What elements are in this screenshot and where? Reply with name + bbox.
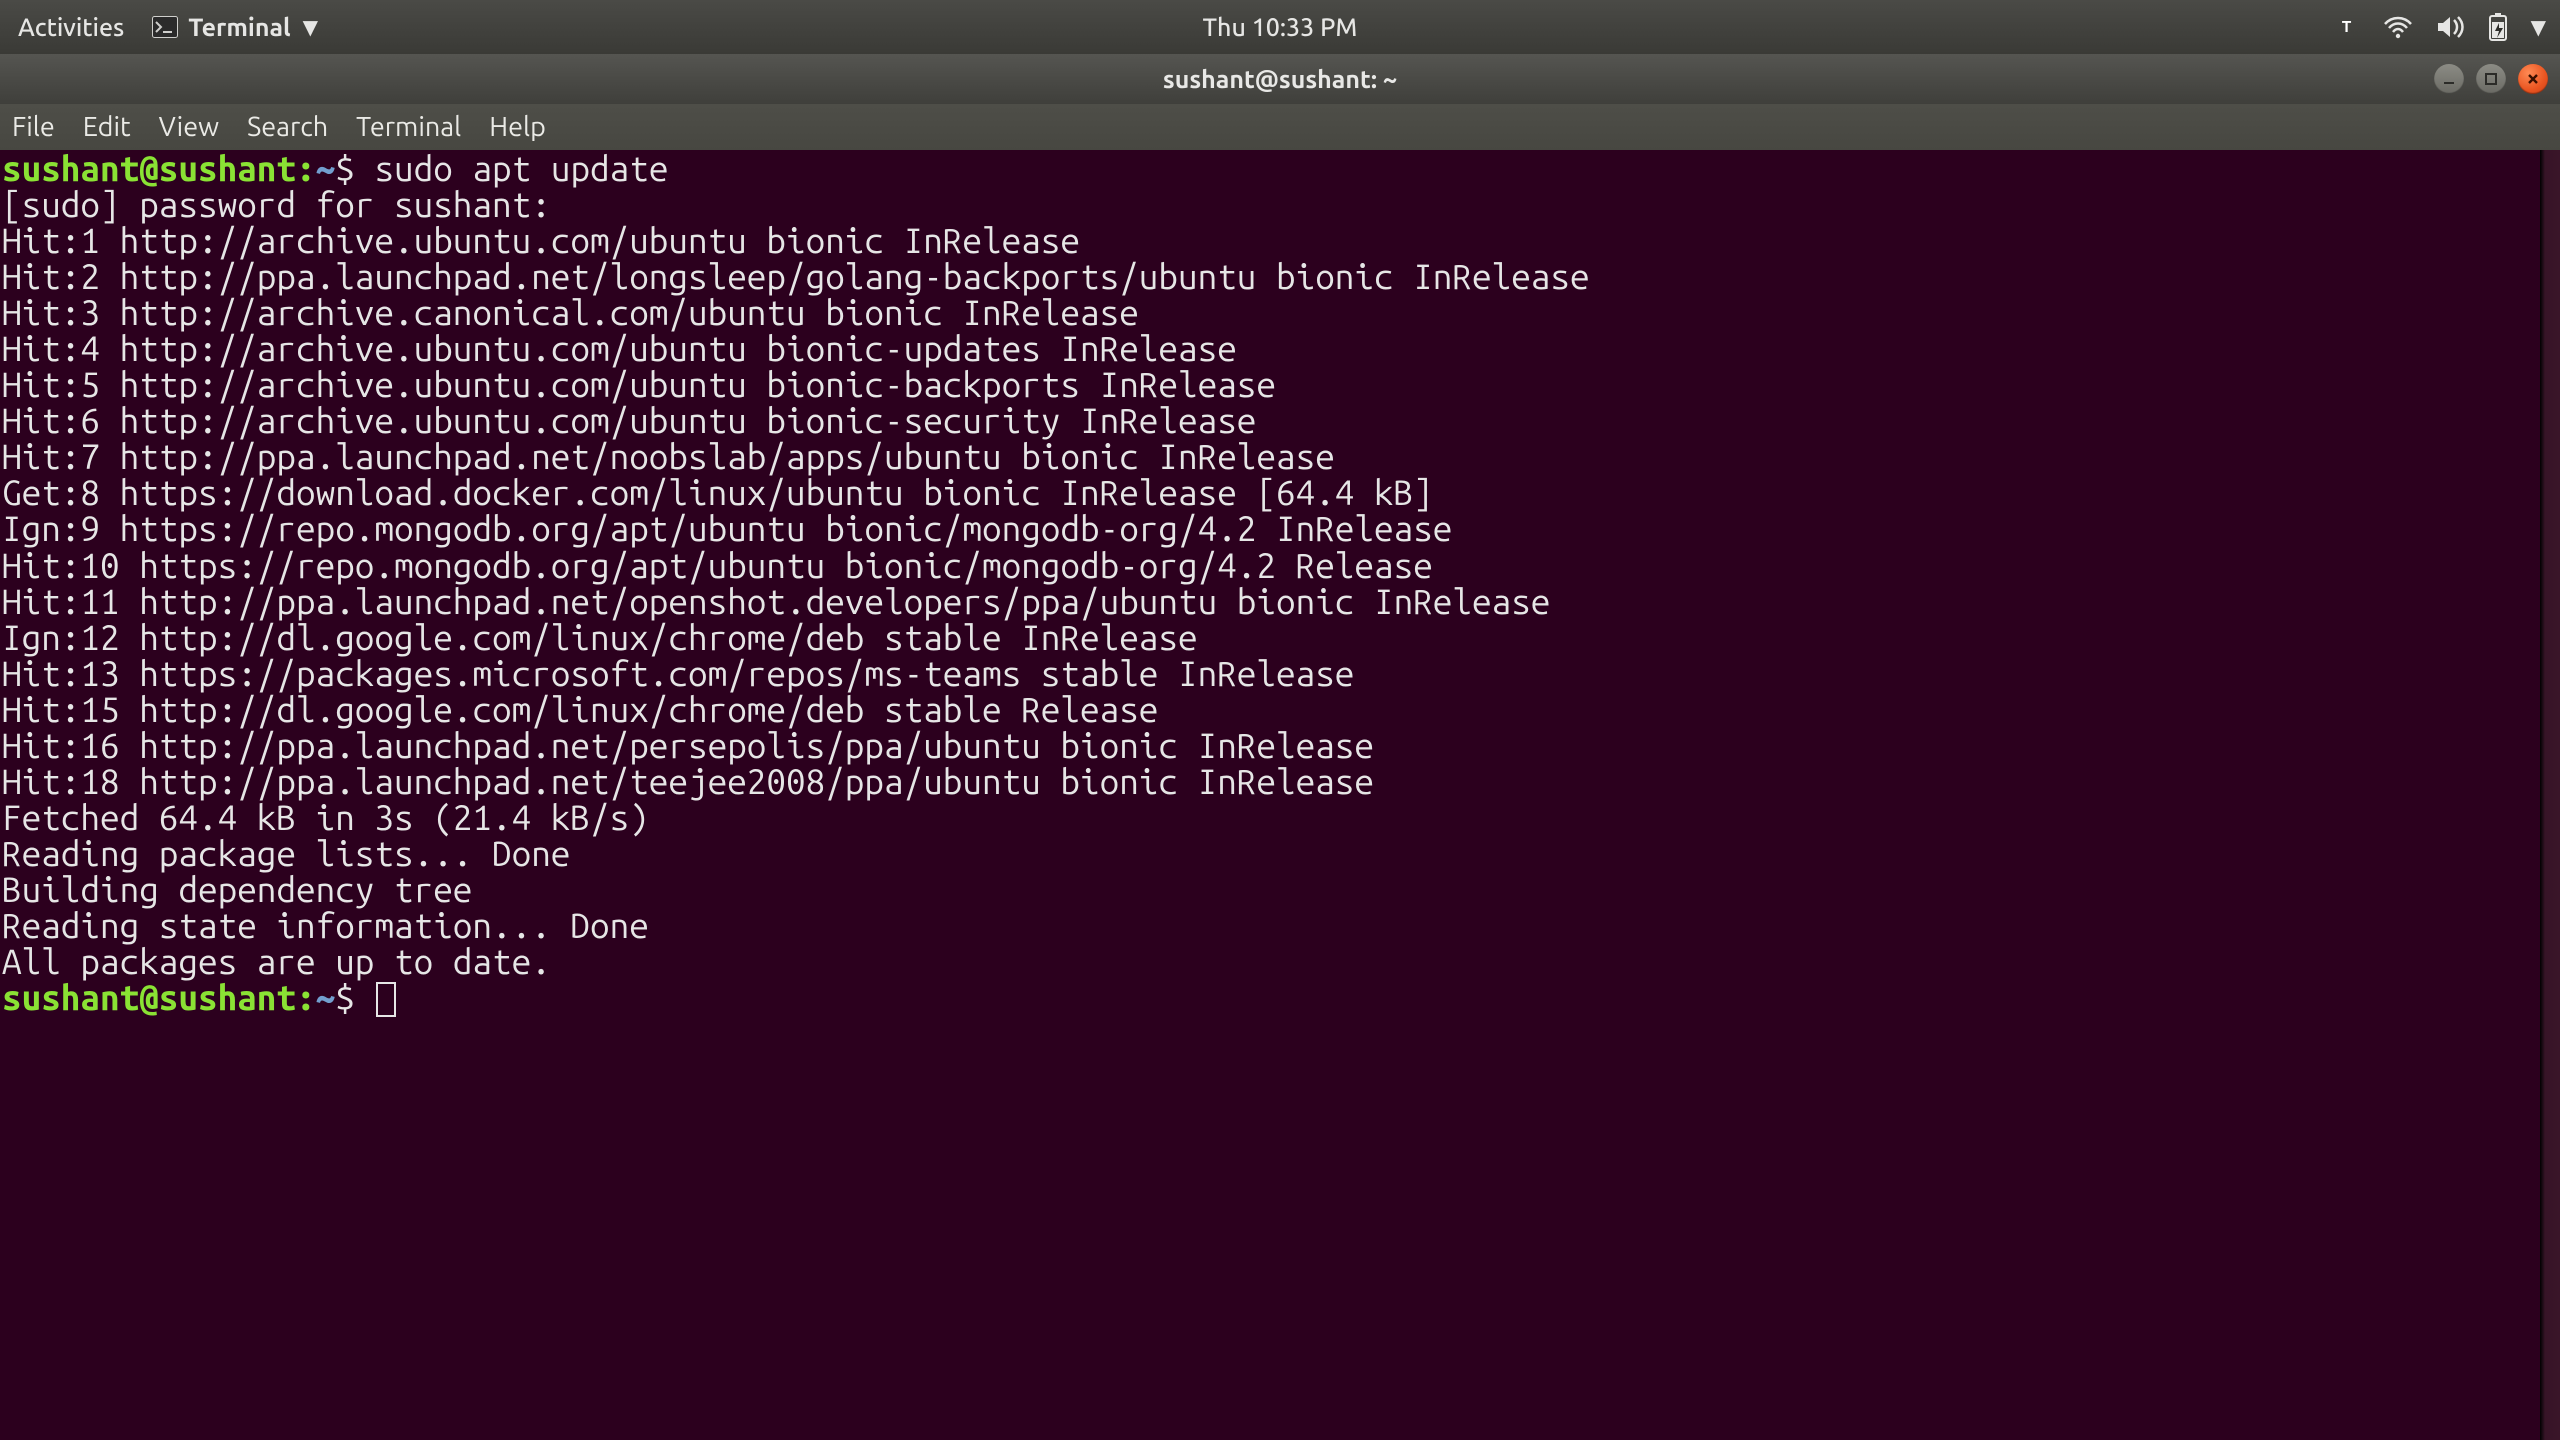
terminal-output-line: Reading state information... Done	[2, 905, 649, 945]
menu-search[interactable]: Search	[247, 108, 328, 146]
battery-icon[interactable]	[2487, 12, 2509, 42]
prompt-path: ~	[316, 977, 336, 1017]
terminal-viewport[interactable]: sushant@sushant:~$ sudo apt update [sudo…	[0, 150, 2560, 1440]
terminal-output-line: Fetched 64.4 kB in 3s (21.4 kB/s)	[2, 797, 649, 837]
menu-help[interactable]: Help	[489, 108, 546, 146]
prompt-path: ~	[316, 150, 336, 188]
terminal-output-line: Building dependency tree	[2, 869, 610, 909]
terminal-output-line: Hit:10 https://repo.mongodb.org/apt/ubun…	[2, 545, 1433, 585]
app-indicator-label: Terminal	[188, 13, 290, 41]
activities-button[interactable]: Activities	[14, 13, 128, 41]
window-title-bar: sushant@sushant: ~	[0, 54, 2560, 104]
chevron-down-icon: ▼	[303, 17, 318, 37]
terminal-output-line: Hit:13 https://packages.microsoft.com/re…	[2, 653, 1354, 693]
terminal-output-line: Hit:3 http://archive.canonical.com/ubunt…	[2, 292, 1139, 332]
minimize-button[interactable]	[2434, 64, 2464, 94]
terminal-output-line: [sudo] password for sushant:	[2, 184, 570, 224]
terminal-output-line: Hit:18 http://ppa.launchpad.net/teejee20…	[2, 761, 1374, 801]
terminal-output-line: Hit:1 http://archive.ubuntu.com/ubuntu b…	[2, 220, 1080, 260]
system-dropdown-icon[interactable]: ▼	[2531, 15, 2546, 39]
prompt-suffix: $	[335, 150, 374, 188]
gnome-top-bar: Activities Terminal ▼ Thu 10:33 PM T	[0, 0, 2560, 54]
window-controls	[2434, 64, 2548, 94]
terminal-output-line: Hit:7 http://ppa.launchpad.net/noobslab/…	[2, 436, 1335, 476]
terminal-output-line: Hit:2 http://ppa.launchpad.net/longsleep…	[2, 256, 1590, 296]
scrollbar-track[interactable]	[2540, 150, 2560, 1440]
terminal-output-line: Hit:6 http://archive.ubuntu.com/ubuntu b…	[2, 400, 1256, 440]
terminal-output-line: Hit:15 http://dl.google.com/linux/chrome…	[2, 689, 1158, 729]
terminal-output-line: Hit:11 http://ppa.launchpad.net/openshot…	[2, 581, 1550, 621]
maximize-button[interactable]	[2476, 64, 2506, 94]
menu-bar: File Edit View Search Terminal Help	[0, 104, 2560, 150]
terminal-output-line: All packages are up to date.	[2, 941, 551, 981]
clock-label[interactable]: Thu 10:33 PM	[1203, 13, 1358, 41]
terminal-output-line: Get:8 https://download.docker.com/linux/…	[2, 472, 1433, 512]
menu-terminal[interactable]: Terminal	[356, 108, 461, 146]
prompt-user: sushant@sushant	[2, 977, 296, 1017]
terminal-output-line: Reading package lists... Done	[2, 833, 570, 873]
wifi-icon[interactable]	[2383, 15, 2413, 39]
terminal-output-line: Hit:4 http://archive.ubuntu.com/ubuntu b…	[2, 328, 1237, 368]
terminal-output-line: Hit:16 http://ppa.launchpad.net/persepol…	[2, 725, 1374, 765]
window-title: sushant@sushant: ~	[1163, 65, 1397, 93]
menu-file[interactable]: File	[12, 108, 55, 146]
prompt-sep: :	[296, 150, 316, 188]
menu-edit[interactable]: Edit	[83, 108, 131, 146]
command-text: sudo apt update	[374, 150, 668, 188]
volume-icon[interactable]	[2435, 15, 2465, 39]
cursor-icon	[376, 982, 395, 1017]
prompt-suffix: $	[335, 977, 374, 1017]
terminal-output-line: Ign:9 https://repo.mongodb.org/apt/ubunt…	[2, 508, 1452, 548]
prompt-user: sushant@sushant	[2, 150, 296, 188]
teams-tray-icon[interactable]: T	[2333, 13, 2361, 41]
menu-view[interactable]: View	[159, 108, 219, 146]
status-area[interactable]: T ▼	[2333, 12, 2546, 42]
terminal-output-line: Hit:5 http://archive.ubuntu.com/ubuntu b…	[2, 364, 1276, 404]
app-indicator[interactable]: Terminal ▼	[152, 13, 318, 41]
terminal-app-icon	[152, 16, 178, 38]
close-button[interactable]	[2518, 64, 2548, 94]
prompt-sep: :	[296, 977, 316, 1017]
terminal-output-line: Ign:12 http://dl.google.com/linux/chrome…	[2, 617, 1198, 657]
